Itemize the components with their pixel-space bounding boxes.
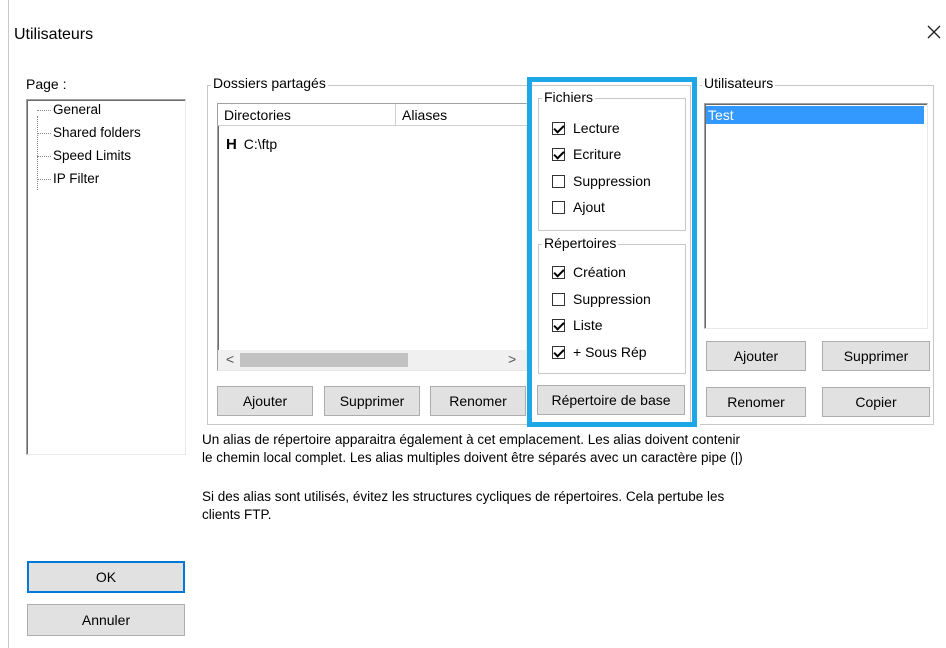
tree-branch	[37, 109, 51, 111]
rename-folder-button[interactable]: Renomer	[430, 386, 526, 416]
checkbox-box[interactable]	[552, 200, 565, 214]
files-group-title: Fichiers	[542, 89, 596, 105]
checkbox-box[interactable]	[552, 121, 565, 135]
help-line: Un alias de répertoire apparaitra égalem…	[202, 432, 741, 447]
cyclic-warning-text: Si des alias sont utilisés, évitez les s…	[202, 488, 724, 524]
scroll-right-icon[interactable]: >	[508, 351, 516, 367]
tree-item-label: IP Filter	[53, 171, 100, 186]
checkbox-liste[interactable]: Liste	[552, 317, 603, 333]
column-header-directories[interactable]: Directories	[218, 104, 396, 126]
remove-user-button[interactable]: Supprimer	[822, 341, 930, 371]
home-directory-button[interactable]: Répertoire de base	[537, 385, 685, 415]
page-label: Page :	[26, 76, 67, 92]
shared-folders-title: Dossiers partagés	[211, 75, 328, 91]
tree-item-shared-folders[interactable]: Shared folders	[37, 125, 141, 140]
tree-item-ip-filter[interactable]: IP Filter	[37, 171, 99, 186]
help-line: le chemin local complet. Les alias multi…	[202, 450, 743, 465]
remove-folder-button[interactable]: Supprimer	[324, 386, 420, 416]
add-folder-button[interactable]: Ajouter	[217, 386, 313, 416]
alias-help-text: Un alias de répertoire apparaitra égalem…	[202, 431, 743, 467]
checkbox-dir-suppression[interactable]: Suppression	[552, 291, 651, 307]
checkbox-ajout[interactable]: Ajout	[552, 199, 605, 215]
column-header-aliases[interactable]: Aliases	[396, 104, 528, 126]
horizontal-scrollbar[interactable]: < >	[218, 350, 526, 370]
checkbox-ecriture[interactable]: Ecriture	[552, 146, 621, 162]
row-flag: H	[226, 136, 237, 153]
checkbox-label: Lecture	[573, 120, 620, 136]
page-tree[interactable]: General Shared folders Speed Limits IP F…	[26, 99, 186, 455]
checkbox-box[interactable]	[552, 147, 565, 161]
checkbox-box[interactable]	[552, 345, 565, 359]
rename-user-button[interactable]: Renomer	[706, 387, 806, 417]
tree-item-label: Shared folders	[53, 125, 141, 140]
checkbox-label: Création	[573, 264, 626, 280]
checkbox-box[interactable]	[552, 318, 565, 332]
checkbox-label: Suppression	[573, 173, 651, 189]
checkbox-file-suppression[interactable]: Suppression	[552, 173, 651, 189]
checkbox-label: Liste	[573, 317, 603, 333]
close-button[interactable]	[924, 20, 946, 44]
checkbox-lecture[interactable]: Lecture	[552, 120, 620, 136]
tree-item-label: Speed Limits	[53, 148, 132, 163]
add-user-button[interactable]: Ajouter	[706, 341, 806, 371]
tree-item-general[interactable]: General	[37, 102, 101, 117]
users-list[interactable]: Test	[704, 103, 928, 329]
close-icon	[927, 25, 941, 39]
tree-item-speed-limits[interactable]: Speed Limits	[37, 148, 131, 163]
checkbox-box[interactable]	[552, 174, 565, 188]
tree-branch	[37, 178, 51, 180]
scroll-left-icon[interactable]: <	[226, 351, 234, 367]
checkbox-sous-rep[interactable]: + Sous Rép	[552, 344, 647, 360]
ok-button[interactable]: OK	[27, 561, 185, 593]
tree-item-label: General	[53, 102, 102, 117]
checkbox-box[interactable]	[552, 292, 565, 306]
checkbox-box[interactable]	[552, 265, 565, 279]
scroll-thumb[interactable]	[240, 353, 408, 367]
users-group-title: Utilisateurs	[702, 75, 776, 91]
window-left-border	[8, 0, 9, 648]
cancel-button[interactable]: Annuler	[27, 604, 185, 636]
tree-branch	[37, 132, 51, 134]
row-path: C:\ftp	[243, 136, 278, 152]
copy-user-button[interactable]: Copier	[822, 387, 930, 417]
tree-branch	[37, 155, 51, 157]
checkbox-label: Suppression	[573, 291, 651, 307]
directories-list[interactable]: Directories Aliases H C:\ftp < >	[217, 103, 528, 371]
directories-group-title: Répertoires	[542, 235, 619, 251]
checkbox-label: + Sous Rép	[573, 344, 647, 360]
checkbox-label: Ecriture	[573, 146, 622, 162]
table-row[interactable]: H C:\ftp	[226, 136, 277, 153]
checkbox-creation[interactable]: Création	[552, 264, 626, 280]
window-title: Utilisateurs	[14, 26, 94, 43]
help-line: Si des alias sont utilisés, évitez les s…	[202, 489, 725, 504]
list-item-selected[interactable]: Test	[706, 106, 924, 124]
help-line: clients FTP.	[202, 507, 272, 522]
checkbox-label: Ajout	[573, 199, 605, 215]
